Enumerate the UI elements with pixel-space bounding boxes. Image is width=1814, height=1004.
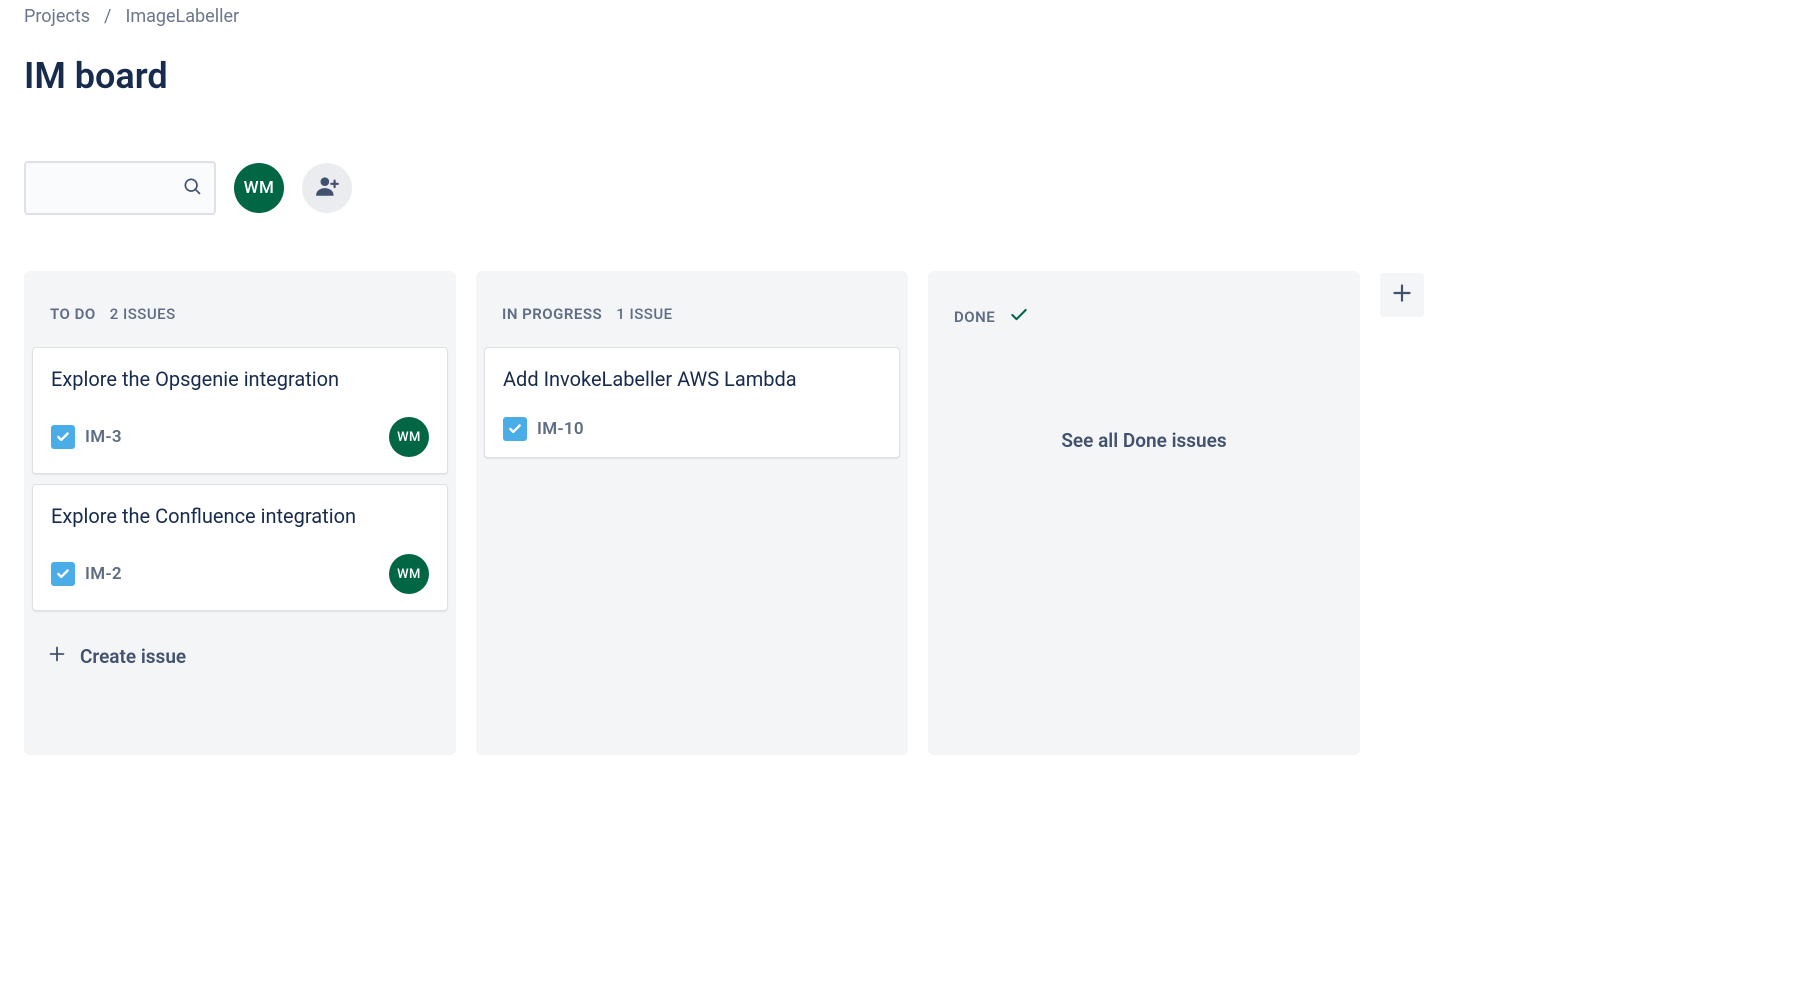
- plus-icon: [1389, 280, 1415, 310]
- issue-card-footer: IM-10: [503, 417, 881, 441]
- issue-key-group: IM-10: [503, 417, 584, 441]
- issue-key: IM-2: [85, 564, 122, 584]
- done-placeholder: See all Done issues: [936, 353, 1352, 747]
- avatar[interactable]: WM: [234, 163, 284, 213]
- issue-card-footer: IM-2 WM: [51, 554, 429, 594]
- create-issue-label: Create issue: [80, 645, 186, 668]
- column-count: 1 ISSUE: [616, 305, 672, 323]
- task-issue-type-icon: [503, 417, 527, 441]
- breadcrumb-projects[interactable]: Projects: [24, 6, 90, 27]
- column-title: IN PROGRESS: [502, 305, 602, 323]
- column-header-in-progress[interactable]: IN PROGRESS 1 ISSUE: [484, 271, 900, 347]
- issue-title: Explore the Opsgenie integration: [51, 366, 429, 393]
- breadcrumb-separator: /: [104, 6, 111, 27]
- create-issue-button[interactable]: Create issue: [32, 625, 448, 688]
- check-icon: [1009, 305, 1029, 329]
- assignee-avatar[interactable]: WM: [389, 417, 429, 457]
- plus-icon: [46, 643, 68, 670]
- issue-key: IM-10: [537, 419, 584, 439]
- issue-card-footer: IM-3 WM: [51, 417, 429, 457]
- person-plus-icon: [314, 173, 340, 203]
- breadcrumb: Projects / ImageLabeller: [24, 0, 1790, 27]
- page-title: IM board: [24, 55, 1790, 97]
- issue-title: Explore the Confluence integration: [51, 503, 429, 530]
- column-title: DONE: [954, 308, 995, 326]
- breadcrumb-project[interactable]: ImageLabeller: [125, 6, 239, 27]
- issue-key: IM-3: [85, 427, 122, 447]
- add-people-button[interactable]: [302, 163, 352, 213]
- column-title: TO DO: [50, 305, 96, 323]
- column-header-todo[interactable]: TO DO 2 ISSUES: [32, 271, 448, 347]
- column-count: 2 ISSUES: [110, 305, 176, 323]
- column-done: DONE See all Done issues: [928, 271, 1360, 755]
- issue-card[interactable]: Explore the Confluence integration IM-2 …: [32, 484, 448, 611]
- issue-key-group: IM-3: [51, 425, 122, 449]
- issue-card[interactable]: Add InvokeLabeller AWS Lambda IM-10: [484, 347, 900, 458]
- add-column-button[interactable]: [1380, 273, 1424, 317]
- search-input[interactable]: [24, 161, 216, 215]
- column-header-done[interactable]: DONE: [936, 271, 1352, 353]
- board-toolbar: WM: [24, 161, 1790, 215]
- task-issue-type-icon: [51, 562, 75, 586]
- see-all-done-link[interactable]: See all Done issues: [1061, 429, 1226, 452]
- issue-title: Add InvokeLabeller AWS Lambda: [503, 366, 881, 393]
- column-todo: TO DO 2 ISSUES Explore the Opsgenie inte…: [24, 271, 456, 755]
- search-box: [24, 161, 216, 215]
- kanban-board: TO DO 2 ISSUES Explore the Opsgenie inte…: [24, 271, 1790, 755]
- task-issue-type-icon: [51, 425, 75, 449]
- assignee-avatar[interactable]: WM: [389, 554, 429, 594]
- column-in-progress: IN PROGRESS 1 ISSUE Add InvokeLabeller A…: [476, 271, 908, 755]
- issue-key-group: IM-2: [51, 562, 122, 586]
- issue-card[interactable]: Explore the Opsgenie integration IM-3 WM: [32, 347, 448, 474]
